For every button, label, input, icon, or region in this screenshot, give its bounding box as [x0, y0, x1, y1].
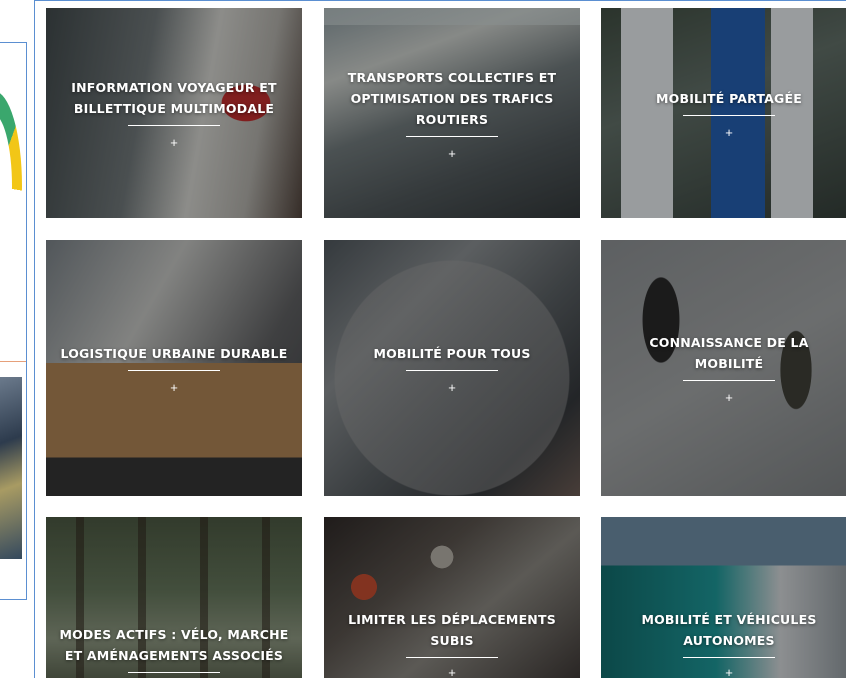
divider: [406, 135, 498, 137]
tile-modes-actifs[interactable]: MODES ACTIFS : VÉLO, MARCHE ET AMÉNAGEME…: [46, 517, 302, 678]
tile-mobilite-partagee[interactable]: MOBILITÉ PARTAGÉE +: [601, 8, 846, 218]
tile-connaissance-mobilite[interactable]: CONNAISSANCE DE LA MOBILITÉ +: [601, 240, 846, 496]
tile-title: LIMITER LES DÉPLACEMENTS SUBIS: [348, 612, 556, 648]
tile-mobilite-pour-tous[interactable]: MOBILITÉ POUR TOUS +: [324, 240, 580, 496]
plus-icon: +: [725, 124, 733, 140]
divider: [406, 369, 498, 371]
divider: [683, 380, 775, 381]
plus-icon: +: [448, 145, 456, 161]
tile-title: MOBILITÉ PARTAGÉE: [656, 90, 802, 106]
tile-title: MODES ACTIFS : VÉLO, MARCHE ET AMÉNAGEME…: [59, 627, 289, 663]
divider: [406, 657, 498, 658]
divider: [128, 672, 220, 673]
plus-icon: +: [170, 135, 178, 150]
theme-grid: INFORMATION VOYAGEUR ET BILLETTIQUE MULT…: [34, 0, 846, 678]
plus-icon: +: [725, 665, 733, 678]
tile-title: MOBILITÉ POUR TOUS: [373, 345, 531, 361]
side-panel: [0, 42, 27, 600]
tile-limiter-deplacements[interactable]: LIMITER LES DÉPLACEMENTS SUBIS +: [324, 517, 580, 678]
side-image: [0, 377, 22, 559]
divider: [0, 361, 26, 362]
plus-icon: +: [725, 390, 733, 405]
tile-title: CONNAISSANCE DE LA MOBILITÉ: [649, 335, 809, 371]
tile-vehicules-autonomes[interactable]: MOBILITÉ ET VÉHICULES AUTONOMES +: [601, 517, 846, 678]
tile-logistique-urbaine[interactable]: LOGISTIQUE URBAINE DURABLE +: [46, 240, 302, 496]
plus-icon: +: [448, 379, 456, 395]
plus-icon: +: [170, 379, 178, 395]
plus-icon: +: [448, 665, 456, 678]
tile-information-voyageur[interactable]: INFORMATION VOYAGEUR ET BILLETTIQUE MULT…: [46, 8, 302, 218]
divider: [128, 125, 220, 126]
tile-title: INFORMATION VOYAGEUR ET BILLETTIQUE MULT…: [71, 80, 277, 116]
divider: [128, 369, 220, 371]
tile-transports-collectifs[interactable]: TRANSPORTS COLLECTIFS ET OPTIMISATION DE…: [324, 8, 580, 218]
tile-title: TRANSPORTS COLLECTIFS ET OPTIMISATION DE…: [347, 69, 557, 127]
tile-title: LOGISTIQUE URBAINE DURABLE: [60, 345, 288, 361]
tile-title: MOBILITÉ ET VÉHICULES AUTONOMES: [641, 612, 817, 648]
divider: [683, 657, 775, 658]
divider: [683, 114, 775, 116]
